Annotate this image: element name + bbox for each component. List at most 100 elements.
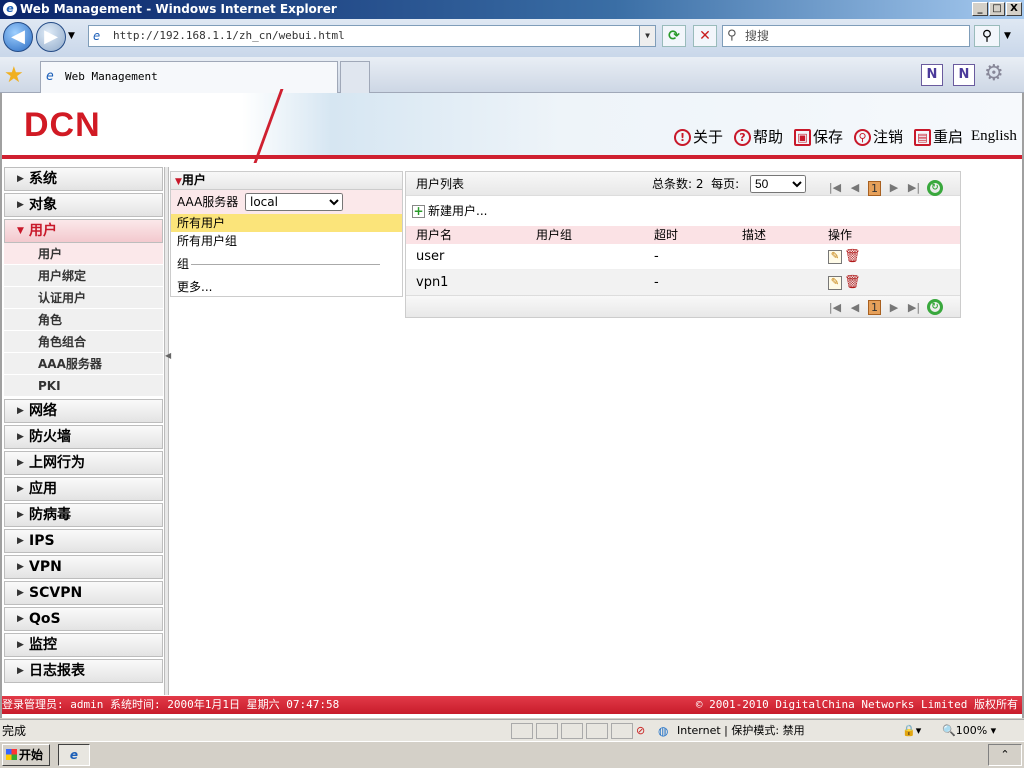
search-options-icon[interactable]: ▼ bbox=[1004, 31, 1011, 41]
search-placeholder: 搜搜 bbox=[745, 29, 770, 43]
sidebar-item-ips[interactable]: ▶ IPS bbox=[4, 529, 163, 553]
ie-icon: e bbox=[3, 2, 17, 16]
user-filter-panel: ▼用户 AAA服务器 local 所有用户 所有用户组 组 更多... bbox=[170, 171, 403, 297]
stop-button[interactable]: ✕ bbox=[693, 25, 717, 47]
cell-username: user bbox=[416, 249, 445, 264]
start-button[interactable]: 开始 bbox=[2, 744, 50, 766]
sidebar-subitem-user[interactable]: 用户 bbox=[4, 243, 163, 265]
zoom-value: 100% bbox=[955, 724, 988, 737]
system-tray[interactable]: ⌃ bbox=[988, 744, 1022, 766]
new-user-label: 新建用户... bbox=[428, 204, 488, 218]
page-number[interactable]: 1 bbox=[868, 180, 881, 196]
address-text: http://192.168.1.1/zh_cn/webui.html bbox=[113, 29, 345, 42]
minimize-button[interactable]: _ bbox=[972, 2, 988, 16]
status-pane bbox=[536, 723, 558, 739]
table-row[interactable]: vpn1 - ✎ 🗑 bbox=[406, 270, 960, 296]
reboot-label: 重启 bbox=[933, 128, 964, 146]
internet-globe-icon: ◍ bbox=[658, 724, 669, 738]
column-user-group[interactable]: 用户组 bbox=[536, 226, 654, 244]
sidebar-subitem-auth-user[interactable]: 认证用户 bbox=[4, 287, 163, 309]
delete-trash-icon[interactable]: 🗑 bbox=[844, 249, 861, 264]
more-link[interactable]: 更多... bbox=[171, 278, 402, 296]
user-list-title: 用户列表 bbox=[416, 177, 465, 191]
taskbar-ie-button[interactable]: e bbox=[58, 744, 90, 766]
all-user-groups-item[interactable]: 所有用户组 bbox=[171, 232, 402, 250]
about-link[interactable]: ! 关于 bbox=[674, 127, 723, 147]
delete-trash-icon[interactable]: 🗑 bbox=[844, 275, 861, 290]
favorites-star-icon[interactable]: ★ bbox=[4, 63, 24, 88]
maximize-button[interactable]: □ bbox=[989, 2, 1005, 16]
search-go-button[interactable]: ⚲ bbox=[974, 25, 1000, 47]
sidebar-item-internet-behavior[interactable]: ▶ 上网行为 bbox=[4, 451, 163, 475]
edit-icon[interactable]: ✎ bbox=[828, 275, 842, 290]
address-dropdown-icon[interactable]: ▼ bbox=[639, 26, 655, 46]
back-button[interactable]: ◀ bbox=[3, 22, 33, 52]
browser-status-bar: 完成 ⊘ ◍ Internet | 保护模式: 禁用 🔒▾ 🔍100% ▾ bbox=[0, 719, 1024, 741]
sidebar-item-objects[interactable]: ▶ 对象 bbox=[4, 193, 163, 217]
refresh-icon[interactable]: ↻ bbox=[927, 299, 943, 315]
sidebar-subitem-aaa-server[interactable]: AAA服务器 bbox=[4, 353, 163, 375]
sidebar-subitem-role[interactable]: 角色 bbox=[4, 309, 163, 331]
history-dropdown-icon[interactable]: ▼ bbox=[68, 31, 75, 41]
collapse-arrow-icon[interactable]: ◀ bbox=[165, 351, 171, 360]
column-actions: 操作 bbox=[828, 228, 853, 242]
sidebar-item-system[interactable]: ▶ 系统 bbox=[4, 167, 163, 191]
popup-blocked-icon[interactable]: ⊘ bbox=[636, 720, 645, 742]
sidebar-item-vpn[interactable]: ▶ VPN bbox=[4, 555, 163, 579]
close-window-button[interactable]: X bbox=[1006, 2, 1022, 16]
panel-splitter[interactable]: ◀ bbox=[164, 167, 171, 695]
language-english-link[interactable]: English bbox=[971, 128, 1017, 145]
user-list-panel: 用户列表 总条数: 2 每页: 50 |◀ ◀ 1 ▶ ▶| ↻ + 新建用户.… bbox=[405, 171, 961, 318]
last-page-icon[interactable]: ▶| bbox=[907, 301, 921, 314]
new-tab-button[interactable] bbox=[340, 61, 370, 93]
first-page-icon[interactable]: |◀ bbox=[828, 301, 842, 314]
next-page-icon[interactable]: ▶ bbox=[887, 301, 901, 314]
tools-gear-icon[interactable]: ⚙ bbox=[984, 61, 1004, 86]
protected-mode-icon[interactable]: 🔒▾ bbox=[902, 720, 921, 742]
page-number[interactable]: 1 bbox=[868, 299, 881, 315]
tab-web-management[interactable]: e Web Management bbox=[40, 61, 338, 93]
sidebar-item-network[interactable]: ▶ 网络 bbox=[4, 399, 163, 423]
new-user-button[interactable]: + 新建用户... bbox=[406, 196, 960, 226]
panel-title: 用户 bbox=[181, 173, 206, 187]
refresh-button[interactable]: ⟳ bbox=[662, 25, 686, 47]
sidebar-item-log-report[interactable]: ▶ 日志报表 bbox=[4, 659, 163, 683]
sidebar-item-qos[interactable]: ▶ QoS bbox=[4, 607, 163, 631]
sidebar-subitem-role-combination[interactable]: 角色组合 bbox=[4, 331, 163, 353]
help-label: 帮助 bbox=[753, 128, 784, 146]
all-users-item[interactable]: 所有用户 bbox=[171, 214, 402, 232]
sidebar-subitem-user-binding[interactable]: 用户绑定 bbox=[4, 265, 163, 287]
sidebar-subitem-pki[interactable]: PKI bbox=[4, 375, 163, 397]
onenote-send-icon[interactable]: N bbox=[953, 64, 975, 86]
sidebar-item-monitor[interactable]: ▶ 监控 bbox=[4, 633, 163, 657]
per-page-select[interactable]: 50 bbox=[750, 175, 806, 193]
pager-bottom: |◀ ◀ 1 ▶ ▶| ↻ bbox=[828, 299, 943, 315]
aaa-server-select[interactable]: local bbox=[245, 193, 343, 211]
column-description[interactable]: 描述 bbox=[742, 226, 828, 244]
sidebar-item-firewall[interactable]: ▶ 防火墙 bbox=[4, 425, 163, 449]
page-content: DCN ! 关于 ? 帮助 ▣ 保存 ⚲ 注销 ▤ 重启 English ▶ 系统 ▶ 对象 … bbox=[0, 89, 1024, 718]
onenote-icon[interactable]: N bbox=[921, 64, 943, 86]
collapse-icon[interactable]: ▼ bbox=[175, 177, 182, 187]
address-bar[interactable]: e http://192.168.1.1/zh_cn/webui.html ▼ bbox=[88, 25, 656, 47]
help-link[interactable]: ? 帮助 bbox=[734, 127, 783, 147]
save-link[interactable]: ▣ 保存 bbox=[794, 127, 843, 147]
user-list-header: 用户列表 总条数: 2 每页: 50 |◀ ◀ 1 ▶ ▶| ↻ bbox=[406, 172, 960, 196]
chevron-right-icon: ▶ bbox=[17, 588, 24, 598]
logout-link[interactable]: ⚲ 注销 bbox=[854, 127, 903, 147]
forward-button[interactable]: ▶ bbox=[36, 22, 66, 52]
column-timeout[interactable]: 超时 bbox=[654, 226, 742, 244]
edit-icon[interactable]: ✎ bbox=[828, 249, 842, 264]
prev-page-icon[interactable]: ◀ bbox=[848, 301, 862, 314]
sidebar-item-users[interactable]: ▼ 用户 bbox=[4, 219, 163, 243]
sidebar-item-application[interactable]: ▶ 应用 bbox=[4, 477, 163, 501]
security-zone[interactable]: Internet | 保护模式: 禁用 bbox=[677, 720, 805, 742]
zoom-level[interactable]: 🔍100% ▾ bbox=[942, 720, 996, 742]
column-username[interactable]: 用户名 bbox=[406, 226, 536, 244]
search-input[interactable]: ⚲ 搜搜 bbox=[722, 25, 970, 47]
refresh-icon[interactable]: ↻ bbox=[927, 180, 943, 196]
table-row[interactable]: user - ✎ 🗑 bbox=[406, 244, 960, 270]
sidebar-item-scvpn[interactable]: ▶ SCVPN bbox=[4, 581, 163, 605]
reboot-link[interactable]: ▤ 重启 bbox=[914, 127, 963, 147]
sidebar-item-antivirus[interactable]: ▶ 防病毒 bbox=[4, 503, 163, 527]
